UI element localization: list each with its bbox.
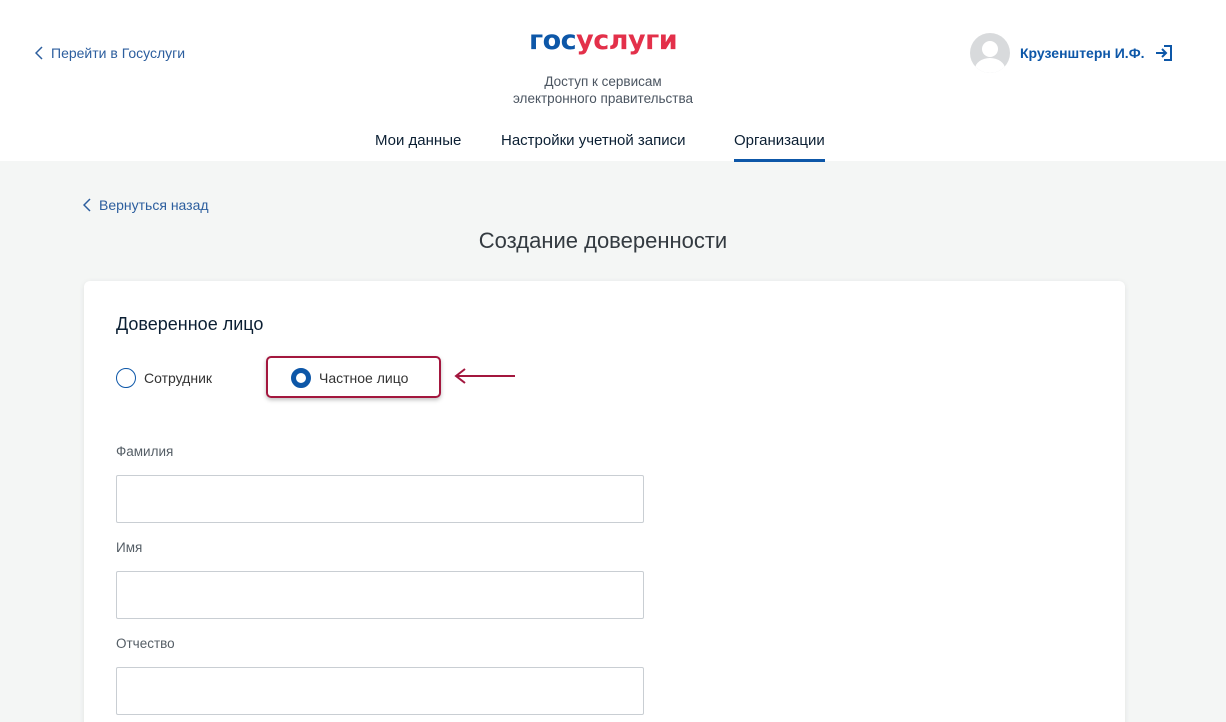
main-nav: Мои данные Настройки учетной записи Орга… bbox=[0, 120, 1226, 162]
header-subtitle: Доступ к сервисам электронного правитель… bbox=[503, 73, 703, 107]
section-title: Доверенное лицо bbox=[116, 314, 264, 334]
logo-part1: гос bbox=[529, 25, 577, 56]
proxy-form-card: Доверенное лицо Сотрудник Частное лицо Ф… bbox=[84, 281, 1125, 722]
radio-employee-circle[interactable] bbox=[116, 368, 136, 388]
gosuslugi-logo[interactable]: госуслуги bbox=[529, 25, 678, 57]
go-back-label: Вернуться назад bbox=[99, 197, 209, 213]
go-back-link[interactable]: Вернуться назад bbox=[83, 197, 209, 213]
chevron-left-icon bbox=[83, 198, 91, 212]
first-name-label: Имя bbox=[116, 540, 143, 555]
surname-input[interactable] bbox=[116, 475, 644, 523]
header: Перейти в Госуслуги госуслуги Доступ к с… bbox=[0, 0, 1226, 162]
logout-icon[interactable] bbox=[1155, 44, 1173, 62]
surname-label: Фамилия bbox=[116, 444, 174, 459]
radio-private-person-circle[interactable] bbox=[291, 368, 311, 388]
go-to-gosuslugi-label: Перейти в Госуслуги bbox=[51, 45, 186, 61]
radio-private-person[interactable]: Частное лицо bbox=[291, 368, 408, 388]
radio-employee[interactable]: Сотрудник bbox=[116, 368, 212, 388]
user-menu[interactable]: Крузенштерн И.Ф. bbox=[970, 33, 1173, 73]
logo-part2: услуги bbox=[576, 25, 678, 56]
arrow-left-icon bbox=[454, 368, 515, 384]
patronymic-label: Отчество bbox=[116, 636, 175, 651]
radio-private-person-label: Частное лицо bbox=[319, 370, 409, 386]
tab-my-data[interactable]: Мои данные bbox=[375, 132, 461, 149]
subtitle-line1: Доступ к сервисам bbox=[544, 74, 662, 89]
user-avatar-icon bbox=[970, 33, 1010, 73]
tab-organizations[interactable]: Организации bbox=[734, 132, 825, 162]
radio-employee-label: Сотрудник bbox=[144, 370, 213, 386]
first-name-input[interactable] bbox=[116, 571, 644, 619]
page-title: Создание доверенности bbox=[478, 228, 728, 253]
go-to-gosuslugi-link[interactable]: Перейти в Госуслуги bbox=[35, 45, 185, 61]
chevron-left-icon bbox=[35, 46, 43, 60]
tab-account-settings[interactable]: Настройки учетной записи bbox=[501, 132, 686, 149]
patronymic-input[interactable] bbox=[116, 667, 644, 715]
subtitle-line2: электронного правительства bbox=[512, 91, 694, 106]
user-name: Крузенштерн И.Ф. bbox=[1020, 45, 1145, 61]
